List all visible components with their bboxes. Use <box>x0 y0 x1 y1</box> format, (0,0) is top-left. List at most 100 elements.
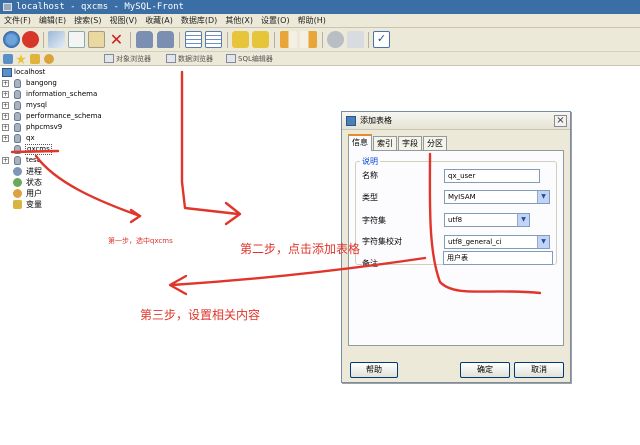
drop-database-icon[interactable] <box>157 31 174 48</box>
copy-icon[interactable] <box>68 31 85 48</box>
tab-index[interactable]: 索引 <box>373 136 397 150</box>
tree-item-variables[interactable]: 变量 <box>0 199 110 210</box>
main-toolbar: ✕ ✓ <box>0 28 640 52</box>
desktop-icon[interactable] <box>3 54 13 64</box>
sql-editor-icon <box>226 54 236 63</box>
properties-icon[interactable]: ✓ <box>373 31 390 48</box>
favorites-icon[interactable] <box>16 54 26 64</box>
comment-field[interactable]: 用户表 <box>443 251 553 265</box>
export-icon[interactable] <box>300 31 317 48</box>
folder-icon[interactable] <box>30 54 40 64</box>
expand-icon[interactable]: + <box>2 80 9 87</box>
refresh-icon[interactable] <box>3 31 20 48</box>
tab-sql-editor[interactable]: SQL编辑器 <box>226 53 273 65</box>
add-table-dialog: 添加表格 × 信息 索引 字段 分区 说明 名称 qx_user 类型 MyIS… <box>341 111 571 383</box>
menu-help[interactable]: 帮助(H) <box>294 14 330 28</box>
tree-item-label: phpcmsv9 <box>26 123 63 131</box>
paste-icon[interactable] <box>88 31 105 48</box>
help-button[interactable]: 帮助 <box>350 362 398 378</box>
view-toolbar: 对象浏览器 数据浏览器 SQL编辑器 <box>0 52 640 66</box>
unlink-icon[interactable] <box>347 31 364 48</box>
chevron-down-icon[interactable]: ▼ <box>537 236 549 248</box>
description-group: 说明 名称 qx_user 类型 MyISAM ▼ 字符集 utf8 ▼ 字符集… <box>355 156 557 270</box>
charset-label: 字符集 <box>362 216 386 225</box>
delete-icon[interactable]: ✕ <box>108 31 125 48</box>
expand-icon[interactable]: + <box>2 113 9 120</box>
tree-item-test[interactable]: + test <box>0 155 110 166</box>
server-icon <box>2 68 12 77</box>
menu-search[interactable]: 搜索(S) <box>70 14 105 28</box>
tree-item-label: mysql <box>26 101 47 109</box>
history-icon[interactable] <box>44 54 54 64</box>
dialog-title-bar[interactable]: 添加表格 × <box>342 112 570 130</box>
info-panel: 说明 名称 qx_user 类型 MyISAM ▼ 字符集 utf8 ▼ 字符集… <box>348 150 564 346</box>
tree-item-status[interactable]: 状态 <box>0 177 110 188</box>
tab-partition[interactable]: 分区 <box>423 136 447 150</box>
tree-item-processes[interactable]: 进程 <box>0 166 110 177</box>
chevron-down-icon[interactable]: ▼ <box>517 214 529 226</box>
link-icon[interactable] <box>327 31 344 48</box>
type-label: 类型 <box>362 193 378 202</box>
step1-arrowhead <box>129 208 142 224</box>
tree-item-mysql[interactable]: + mysql <box>0 100 110 111</box>
type-select[interactable]: MyISAM ▼ <box>444 190 550 204</box>
charset-select[interactable]: utf8 ▼ <box>444 213 530 227</box>
drop-table-icon[interactable] <box>205 31 222 48</box>
tree-root[interactable]: localhost <box>0 67 100 78</box>
tree-item-phpcmsv9[interactable]: + phpcmsv9 <box>0 122 110 133</box>
cut-icon[interactable] <box>48 31 65 48</box>
expand-icon[interactable]: + <box>2 157 9 164</box>
tree-root-label: localhost <box>14 68 46 76</box>
tab-object-browser-label: 对象浏览器 <box>116 55 151 63</box>
tab-data-browser[interactable]: 数据浏览器 <box>166 53 213 65</box>
add-database-icon[interactable] <box>136 31 153 48</box>
collation-value: utf8_general_ci <box>448 238 502 246</box>
tree-item-label: 用户 <box>26 189 42 198</box>
tree-item-qxcms[interactable]: qxcms <box>0 144 110 155</box>
cancel-button[interactable]: 取消 <box>514 362 564 378</box>
edit-field-icon[interactable] <box>252 31 269 48</box>
menu-favorites[interactable]: 收藏(A) <box>141 14 177 28</box>
menu-settings[interactable]: 设置(O) <box>257 14 294 28</box>
chevron-down-icon[interactable]: ▼ <box>537 191 549 203</box>
add-field-icon[interactable] <box>232 31 249 48</box>
expand-icon[interactable]: + <box>2 135 9 142</box>
menu-file[interactable]: 文件(F) <box>0 14 35 28</box>
tab-info[interactable]: 信息 <box>348 134 372 151</box>
menu-view[interactable]: 视图(V) <box>105 14 141 28</box>
ok-button[interactable]: 确定 <box>460 362 510 378</box>
menu-edit[interactable]: 编辑(E) <box>35 14 70 28</box>
tree-item-qx[interactable]: + qx <box>0 133 110 144</box>
expand-icon[interactable]: + <box>2 124 9 131</box>
expand-icon[interactable]: + <box>2 91 9 98</box>
collation-label: 字符集校对 <box>362 237 402 246</box>
close-icon[interactable]: × <box>554 115 567 127</box>
menu-database[interactable]: 数据库(D) <box>177 14 221 28</box>
stop-icon[interactable] <box>22 31 39 48</box>
variable-icon <box>13 200 22 209</box>
tree-item-performance-schema[interactable]: + performance_schema <box>0 111 110 122</box>
menu-other[interactable]: 其他(X) <box>221 14 257 28</box>
menu-bar: 文件(F) 编辑(E) 搜索(S) 视图(V) 收藏(A) 数据库(D) 其他(X) 设置(O… <box>0 14 640 28</box>
tree-item-label: performance_schema <box>26 112 102 120</box>
step2-arrow-line <box>180 70 240 216</box>
import-icon[interactable] <box>280 31 297 48</box>
database-icon <box>14 79 21 88</box>
tab-fields[interactable]: 字段 <box>398 136 422 150</box>
expand-icon[interactable]: + <box>2 102 9 109</box>
step3-annotation: 第三步，设置相关内容 <box>140 308 261 322</box>
status-icon <box>13 178 22 187</box>
name-field[interactable]: qx_user <box>444 169 540 183</box>
step1-annotation: 第一步，选中qxcms <box>108 237 173 245</box>
tree-item-label: qx <box>26 134 35 142</box>
add-table-icon[interactable] <box>185 31 202 48</box>
charset-value: utf8 <box>448 216 463 224</box>
tree-item-label: bangong <box>26 79 57 87</box>
collation-select[interactable]: utf8_general_ci ▼ <box>444 235 550 249</box>
tree-item-bangong[interactable]: + bangong <box>0 78 110 89</box>
tab-object-browser[interactable]: 对象浏览器 <box>104 53 151 65</box>
tab-data-browser-label: 数据浏览器 <box>178 55 213 63</box>
tree-item-information-schema[interactable]: + information_schema <box>0 89 110 100</box>
tree-item-users[interactable]: 用户 <box>0 188 110 199</box>
database-icon <box>14 156 21 165</box>
